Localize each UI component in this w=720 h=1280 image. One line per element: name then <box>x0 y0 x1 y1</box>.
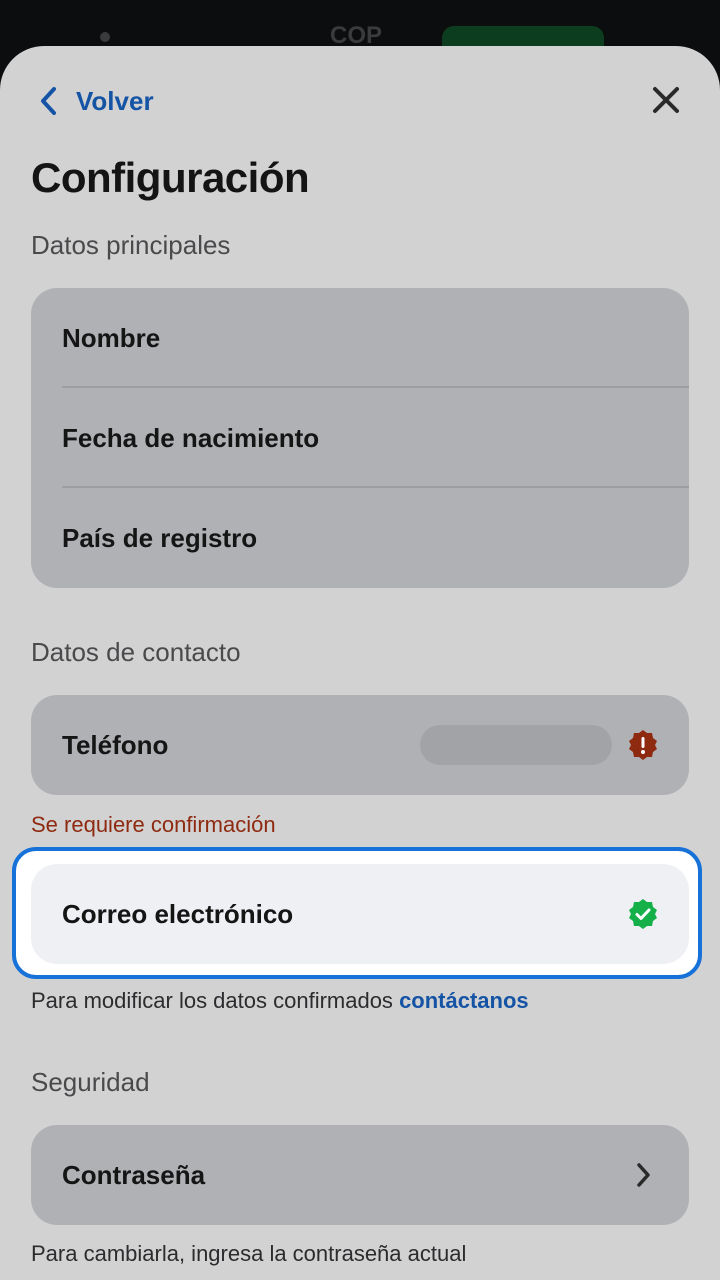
phone-warning: Se requiere confirmación <box>31 812 276 837</box>
verified-badge-icon <box>629 899 657 929</box>
section-heading-main: Datos principales <box>31 230 231 260</box>
row-nombre[interactable]: Nombre <box>31 288 689 388</box>
row-label: Teléfono <box>62 729 169 760</box>
back-label: Volver <box>76 85 154 116</box>
alert-badge-icon <box>629 730 657 760</box>
contact-hint-text: Para modificar los datos confirmados <box>31 988 393 1013</box>
contact-us-link[interactable]: contáctanos <box>399 988 529 1013</box>
password-card[interactable]: Contraseña <box>31 1125 689 1225</box>
chevron-right-icon <box>637 1163 650 1187</box>
background-dot <box>100 32 110 42</box>
password-hint: Para cambiarla, ingresa la contraseña ac… <box>31 1241 467 1266</box>
row-correo[interactable]: Correo electrónico <box>31 864 689 964</box>
contact-hint: Para modificar los datos confirmados con… <box>31 988 529 1014</box>
masked-phone-value <box>420 725 612 765</box>
row-pais-registro[interactable]: País de registro <box>31 488 689 588</box>
row-telefono[interactable]: Teléfono <box>31 695 689 795</box>
row-label: Nombre <box>62 322 161 353</box>
row-label: Fecha de nacimiento <box>62 422 320 453</box>
phone-card[interactable]: Teléfono <box>31 695 689 795</box>
main-data-card: Nombre Fecha de nacimiento País de regis… <box>31 288 689 588</box>
email-card[interactable]: Correo electrónico <box>31 864 689 964</box>
page-title: Configuración <box>31 154 310 201</box>
chevron-left-icon <box>41 87 56 115</box>
section-heading-security: Seguridad <box>31 1067 150 1097</box>
row-contrasena[interactable]: Contraseña <box>31 1125 689 1225</box>
row-label: País de registro <box>62 522 258 553</box>
row-fecha-nacimiento[interactable]: Fecha de nacimiento <box>31 388 689 488</box>
row-label: Contraseña <box>62 1159 206 1190</box>
back-button[interactable]: Volver <box>38 84 154 118</box>
settings-sheet: Volver Configuración Datos principales N… <box>0 46 720 1280</box>
row-label: Correo electrónico <box>62 898 294 929</box>
close-icon[interactable] <box>648 82 684 118</box>
section-heading-contact: Datos de contacto <box>31 637 241 667</box>
